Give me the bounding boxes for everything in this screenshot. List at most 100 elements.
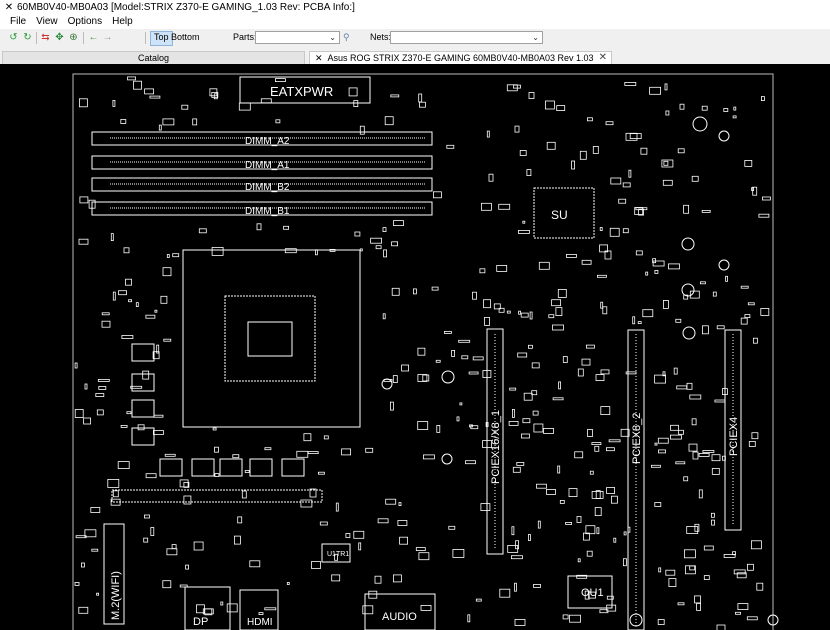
component-footprint xyxy=(591,490,604,499)
toolbar-separator xyxy=(36,32,37,44)
component-footprint xyxy=(552,324,564,331)
tab-boardview[interactable]: ✕ Asus ROG STRIX Z370-E GAMING 60MB0V40-… xyxy=(309,51,612,75)
component-footprint xyxy=(654,502,662,507)
component-footprint xyxy=(284,248,297,254)
component-footprint xyxy=(98,385,107,390)
component-footprint xyxy=(694,523,700,532)
component-footprint xyxy=(166,254,170,258)
bottom-side-button[interactable]: Bottom xyxy=(168,31,203,44)
component-footprint xyxy=(300,499,313,508)
component-footprint xyxy=(613,537,617,543)
component-footprint xyxy=(244,470,250,473)
component-footprint xyxy=(552,397,564,401)
component-footprint xyxy=(137,424,145,431)
component-footprint xyxy=(153,414,164,418)
component-footprint xyxy=(597,274,607,278)
component-footprint xyxy=(150,527,155,536)
component-footprint xyxy=(465,460,476,465)
component-footprint xyxy=(166,548,178,556)
nets-combobox[interactable]: ⌄ xyxy=(390,31,543,44)
component-footprint xyxy=(459,402,463,406)
component-footprint xyxy=(559,499,565,504)
component-footprint xyxy=(362,605,374,615)
mounting-hole xyxy=(681,237,695,251)
component-footprint xyxy=(622,228,629,234)
back-arrow-icon[interactable]: ← xyxy=(88,32,99,43)
component-footprint xyxy=(753,337,758,344)
component-footprint xyxy=(668,263,680,270)
component-footprint xyxy=(392,574,402,583)
component-footprint xyxy=(331,574,341,582)
component-footprint xyxy=(91,548,99,552)
component-footprint xyxy=(514,582,517,592)
component-footprint xyxy=(576,516,582,523)
parts-label: Parts: xyxy=(233,32,257,42)
component-footprint xyxy=(635,207,648,211)
vrm-choke xyxy=(131,343,155,362)
forward-arrow-icon[interactable]: → xyxy=(102,32,113,43)
component-footprint xyxy=(486,130,490,138)
component-footprint xyxy=(149,95,161,99)
component-footprint xyxy=(107,478,120,488)
component-footprint xyxy=(520,312,529,318)
component-footprint xyxy=(670,434,682,440)
component-footprint xyxy=(510,555,523,560)
component-footprint xyxy=(480,503,491,512)
component-footprint xyxy=(382,227,387,233)
component-footprint xyxy=(657,619,665,625)
component-footprint xyxy=(568,488,578,498)
component-footprint xyxy=(152,430,164,435)
component-footprint xyxy=(365,447,374,453)
component-footprint xyxy=(144,88,155,95)
component-footprint xyxy=(467,614,471,623)
tab-catalog[interactable]: Catalog xyxy=(2,51,305,64)
component-footprint xyxy=(516,461,525,466)
component-footprint xyxy=(418,93,423,103)
component-footprint xyxy=(79,196,89,204)
component-footprint xyxy=(512,408,515,418)
component-footprint xyxy=(488,173,494,182)
component-footprint xyxy=(657,437,669,444)
board-canvas[interactable]: EATXPWR DIMM_A2 DIMM_A1 DIMM_B2 DIMM_B1 … xyxy=(0,64,830,630)
close-tab-icon[interactable]: ✕ xyxy=(599,52,607,64)
component-footprint xyxy=(627,526,631,533)
mounting-hole xyxy=(441,370,455,384)
component-footprint xyxy=(392,375,398,384)
menu-view[interactable]: View xyxy=(31,16,63,27)
tab-catalog-label: Catalog xyxy=(137,53,170,63)
component-footprint xyxy=(160,295,168,304)
component-footprint xyxy=(652,260,665,267)
rotate-left-icon[interactable]: ↺ xyxy=(8,32,19,43)
component-footprint xyxy=(101,312,110,316)
find-part-icon[interactable]: ⚲ xyxy=(343,32,350,43)
component-footprint xyxy=(296,450,309,458)
component-footprint xyxy=(420,605,432,611)
component-footprint xyxy=(557,288,567,298)
component-footprint xyxy=(606,447,615,452)
component-footprint xyxy=(74,582,80,586)
component-footprint xyxy=(448,525,456,530)
menu-help[interactable]: Help xyxy=(107,16,138,27)
component-footprint xyxy=(508,420,519,426)
parts-combobox[interactable]: ⌄ xyxy=(255,31,340,44)
board-drawing[interactable]: EATXPWR DIMM_A2 DIMM_A1 DIMM_B2 DIMM_B1 … xyxy=(0,64,830,630)
component-footprint xyxy=(519,150,527,156)
component-footprint xyxy=(609,227,620,237)
component-footprint xyxy=(383,249,388,258)
component-footprint xyxy=(565,521,572,525)
component-footprint xyxy=(509,387,517,391)
component-footprint xyxy=(600,406,611,416)
component-footprint xyxy=(703,575,710,581)
mounting-hole xyxy=(681,283,695,297)
zoom-icon[interactable]: ⊕ xyxy=(68,32,79,43)
flip-icon[interactable]: ⇆ xyxy=(40,32,51,43)
component-footprint xyxy=(385,498,397,505)
component-footprint xyxy=(678,429,684,435)
fit-icon[interactable]: ✥ xyxy=(54,32,65,43)
pciex16-label: PCIEX16/X8_1 xyxy=(490,410,502,484)
menu-file[interactable]: File xyxy=(0,16,31,27)
menu-options[interactable]: Options xyxy=(63,16,107,27)
component-footprint xyxy=(375,245,382,250)
rotate-right-icon[interactable]: ↻ xyxy=(22,32,33,43)
component-footprint xyxy=(658,567,662,573)
